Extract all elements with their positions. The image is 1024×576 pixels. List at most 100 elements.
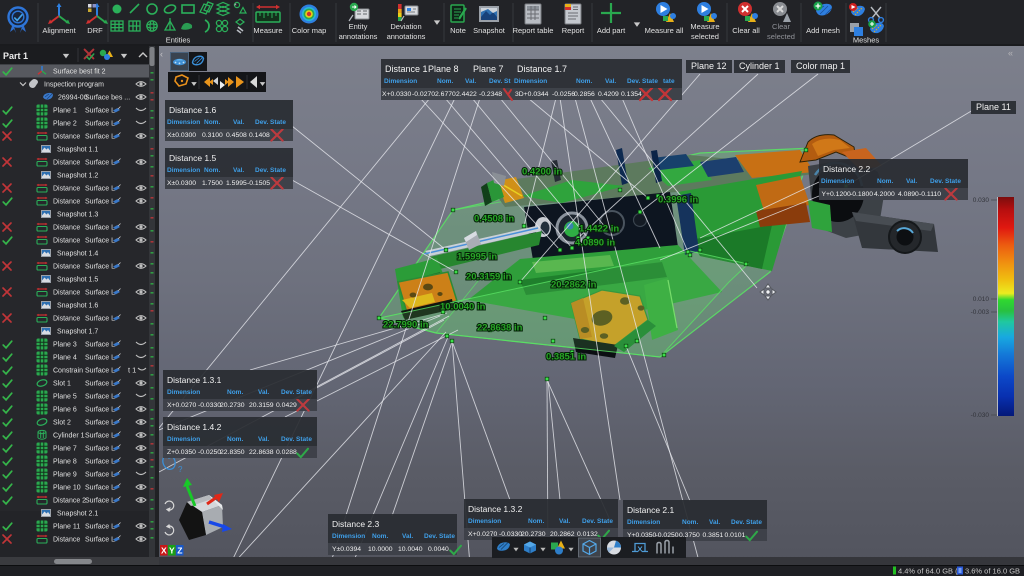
svg-text:Part 1: Part 1: [3, 51, 28, 61]
svg-text:Snapshot: Snapshot: [473, 26, 506, 35]
svg-text:Snapshot 1.7: Snapshot 1.7: [57, 329, 98, 336]
svg-text:Snapshot 1.2: Snapshot 1.2: [57, 173, 98, 180]
svg-text:Entities: Entities: [166, 36, 191, 45]
svg-text:Distance 2: Distance 2: [53, 498, 86, 505]
svg-text:Distance: Distance: [53, 225, 80, 232]
svg-text:Y: Y: [169, 546, 175, 556]
svg-text:Z: Z: [177, 546, 182, 556]
svg-text:20.3159 in: 20.3159 in: [466, 272, 512, 283]
svg-text:Surface L: Surface L: [85, 238, 115, 245]
svg-text:Note: Note: [450, 26, 466, 35]
svg-text:4.0890 in: 4.0890 in: [575, 238, 615, 249]
svg-text:Surface L: Surface L: [85, 368, 115, 375]
svg-text:t 1: t 1: [128, 366, 136, 375]
svg-text:1.4422 in: 1.4422 in: [579, 224, 619, 235]
svg-text:Snapshot 1.4: Snapshot 1.4: [57, 251, 98, 258]
svg-text:Slot 1: Slot 1: [53, 381, 71, 388]
svg-text:Plane 2: Plane 2: [53, 121, 77, 128]
svg-text:?: ?: [178, 465, 183, 474]
svg-text:Surface L: Surface L: [85, 524, 115, 531]
svg-text:Surface L: Surface L: [85, 446, 115, 453]
svg-text:Plane 3: Plane 3: [53, 342, 77, 349]
svg-text:DRF: DRF: [87, 26, 103, 35]
svg-text:Surface L: Surface L: [85, 225, 115, 232]
svg-text:0.4200 in: 0.4200 in: [522, 167, 562, 178]
svg-text:26994-00: 26994-00: [58, 95, 88, 102]
svg-text:Distance: Distance: [53, 537, 80, 544]
svg-text:Snapshot 1.6: Snapshot 1.6: [57, 303, 98, 310]
svg-text:Report table: Report table: [513, 26, 554, 35]
svg-text:Distance: Distance: [53, 238, 80, 245]
svg-text:0.3996 in: 0.3996 in: [658, 195, 698, 206]
svg-text:Clear all: Clear all: [732, 26, 760, 35]
svg-text:Distance: Distance: [53, 264, 80, 271]
svg-text:3.6% of 16.0 GB: 3.6% of 16.0 GB: [965, 567, 1020, 576]
svg-text:Plane 6: Plane 6: [53, 407, 77, 414]
svg-text:Meshes: Meshes: [853, 36, 880, 45]
svg-text:Surface L: Surface L: [85, 407, 115, 414]
svg-text:-0.030: -0.030: [971, 412, 990, 419]
svg-text:Plane 1: Plane 1: [53, 108, 77, 115]
svg-text:Distance: Distance: [53, 134, 80, 141]
svg-text:0.010: 0.010: [973, 296, 990, 303]
svg-text:Surface L: Surface L: [85, 121, 115, 128]
svg-text:Surface L: Surface L: [85, 537, 115, 544]
svg-text:Distance: Distance: [53, 290, 80, 297]
svg-text:selected: selected: [767, 32, 795, 41]
svg-text:0.3851 in: 0.3851 in: [546, 352, 586, 363]
svg-text:Distance: Distance: [53, 199, 80, 206]
svg-text:Surface bes ...: Surface bes ...: [85, 95, 130, 102]
svg-text:Surface L: Surface L: [85, 355, 115, 362]
svg-text:Surface L: Surface L: [85, 342, 115, 349]
svg-text:Distance: Distance: [53, 160, 80, 167]
svg-text:Surface L: Surface L: [85, 433, 115, 440]
svg-text:Snapshot 2.1: Snapshot 2.1: [57, 511, 98, 518]
svg-text:Plane 8: Plane 8: [53, 459, 77, 466]
svg-text:20.2862 in: 20.2862 in: [551, 280, 597, 291]
svg-text:Surface L: Surface L: [85, 316, 115, 323]
svg-text:X: X: [161, 546, 167, 556]
svg-text:Plane 10: Plane 10: [53, 485, 81, 492]
svg-text:annotations: annotations: [387, 32, 426, 41]
svg-text:Snapshot 1.5: Snapshot 1.5: [57, 277, 98, 284]
svg-text:Surface L: Surface L: [85, 485, 115, 492]
svg-text:Distance: Distance: [53, 316, 80, 323]
svg-text:Cylinder 1: Cylinder 1: [53, 433, 85, 440]
svg-text:Slot 2: Slot 2: [53, 420, 71, 427]
svg-text:22.7990 in: 22.7990 in: [383, 320, 429, 331]
svg-text:Surface L: Surface L: [85, 472, 115, 479]
svg-text:Entity: Entity: [349, 22, 368, 31]
svg-text:Add mesh: Add mesh: [806, 26, 840, 35]
svg-text:Report: Report: [562, 26, 585, 35]
svg-text:Surface L: Surface L: [85, 134, 115, 141]
svg-text:-0.003: -0.003: [971, 309, 990, 316]
svg-text:Add part: Add part: [597, 26, 626, 35]
svg-text:Surface L: Surface L: [85, 394, 115, 401]
svg-text:Surface L: Surface L: [85, 459, 115, 466]
svg-text:Surface L: Surface L: [85, 160, 115, 167]
svg-text:annotations: annotations: [339, 32, 378, 41]
svg-text:Surface best fit 2: Surface best fit 2: [53, 69, 106, 76]
svg-text:selected: selected: [691, 32, 719, 41]
svg-text:Plane 4: Plane 4: [53, 355, 77, 362]
svg-text:Measure all: Measure all: [645, 26, 684, 35]
svg-text:22.8638 in: 22.8638 in: [477, 323, 523, 334]
svg-text:4.4% of 64.0 GB (: 4.4% of 64.0 GB (: [898, 567, 958, 576]
svg-text:Surface L: Surface L: [85, 381, 115, 388]
svg-text:Plane 5: Plane 5: [53, 394, 77, 401]
svg-text:Distance: Distance: [53, 186, 80, 193]
svg-text:Snapshot 1.1: Snapshot 1.1: [57, 147, 98, 154]
svg-text:Alignment: Alignment: [42, 26, 76, 35]
svg-text:Deviation: Deviation: [390, 22, 421, 31]
svg-text:Surface L: Surface L: [85, 498, 115, 505]
svg-text:Surface L: Surface L: [85, 290, 115, 297]
svg-text:10.0040 in: 10.0040 in: [440, 302, 486, 313]
svg-text:Snapshot 1.3: Snapshot 1.3: [57, 212, 98, 219]
svg-text:Surface L: Surface L: [85, 199, 115, 206]
svg-text:Constrain: Constrain: [53, 368, 83, 375]
svg-text:Measure: Measure: [253, 26, 282, 35]
svg-text:Plane 9: Plane 9: [53, 472, 77, 479]
svg-text:Surface L: Surface L: [85, 420, 115, 427]
svg-text:Surface L: Surface L: [85, 108, 115, 115]
svg-text:Color map: Color map: [292, 26, 327, 35]
